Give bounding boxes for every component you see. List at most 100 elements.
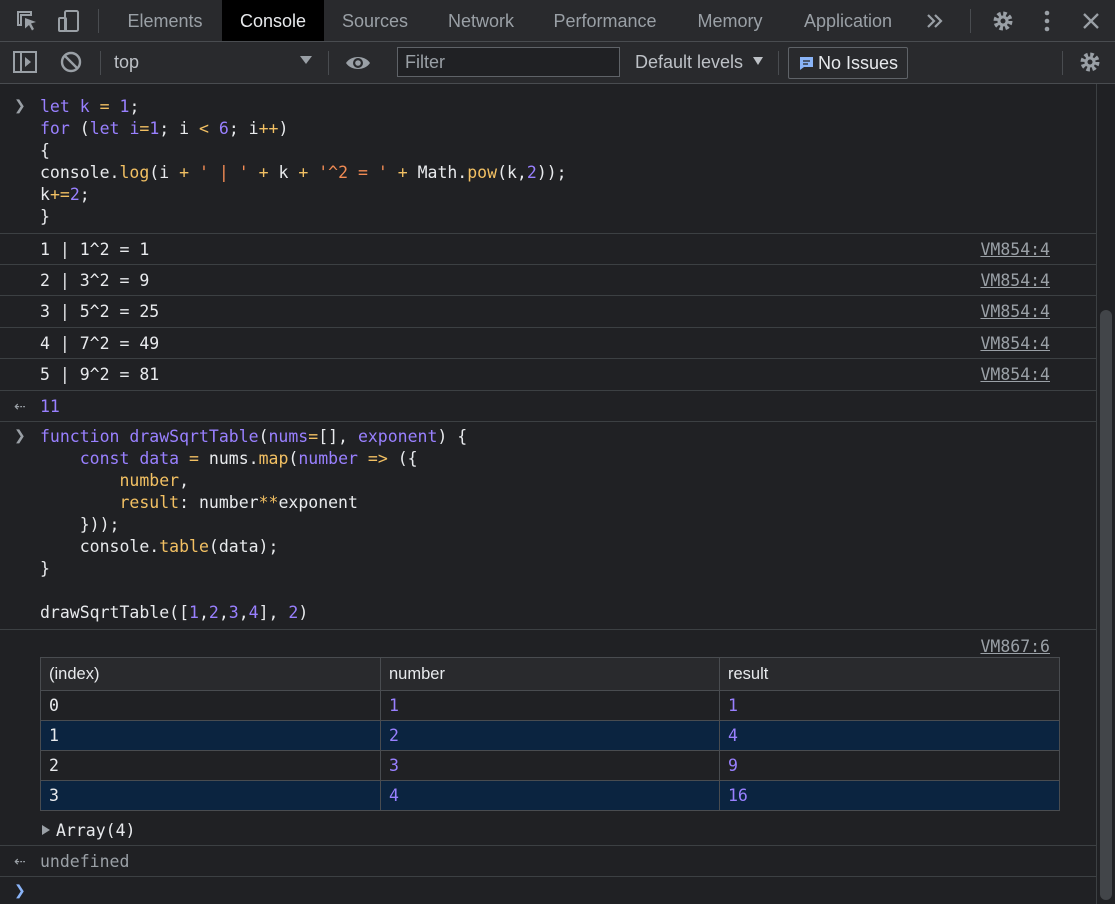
table-cell: 1: [719, 690, 1060, 721]
table-cell: 16: [719, 780, 1060, 811]
table-cell: 0: [40, 690, 381, 721]
console-table: (index) number result 0 1 1 1 2 4 2 3 9 …: [40, 657, 1060, 811]
log-row: 5 | 9^2 = 81 VM854:4: [0, 359, 1096, 391]
source-link[interactable]: VM867:6: [980, 637, 1050, 656]
result-row: ⇠ undefined: [0, 846, 1096, 877]
log-text: 2 | 3^2 = 9: [40, 271, 150, 290]
inspect-element-icon[interactable]: [14, 8, 40, 34]
tab-memory[interactable]: Memory: [683, 0, 777, 41]
table-cell: 3: [40, 780, 381, 811]
filter-input[interactable]: [397, 47, 620, 77]
table-cell: 1: [380, 690, 720, 721]
source-link[interactable]: VM854:4: [980, 302, 1050, 321]
column-header[interactable]: number: [380, 657, 720, 691]
more-options-icon[interactable]: [1034, 8, 1060, 34]
log-row: 3 | 5^2 = 25 VM854:4: [0, 296, 1096, 328]
message-icon: [799, 56, 814, 76]
tab-console[interactable]: Console: [222, 0, 324, 41]
code-line: result: number**exponent: [119, 493, 358, 512]
table-cell: 2: [380, 720, 720, 751]
tab-sources[interactable]: Sources: [330, 0, 420, 41]
expand-triangle-icon[interactable]: [42, 825, 50, 835]
code-line: }: [40, 559, 50, 578]
log-text: 3 | 5^2 = 25: [40, 302, 160, 321]
sidebar-toggle-icon[interactable]: [12, 49, 38, 75]
log-text: 4 | 7^2 = 49: [40, 334, 160, 353]
context-selector[interactable]: top: [114, 52, 139, 73]
tab-network[interactable]: Network: [432, 0, 530, 41]
clear-console-icon[interactable]: [58, 49, 84, 75]
code-line: let k = 1;: [40, 97, 140, 116]
scrollbar-thumb[interactable]: [1100, 310, 1112, 900]
code-line: }));: [40, 515, 120, 534]
array-label: Array(4): [56, 821, 136, 840]
context-dropdown-arrow-icon[interactable]: [300, 56, 312, 64]
issues-button[interactable]: No Issues: [788, 47, 908, 79]
tab-application[interactable]: Application: [791, 0, 905, 41]
table-cell: 4: [380, 780, 720, 811]
log-row: 4 | 7^2 = 49 VM854:4: [0, 328, 1096, 359]
tab-performance[interactable]: Performance: [540, 0, 670, 41]
input-chevron-icon: ❯: [14, 97, 26, 113]
console-toolbar: top Default levels No Issues: [0, 42, 1115, 84]
code-line: number,: [119, 471, 190, 490]
separator: [100, 51, 101, 75]
result-arrow-icon: ⇠: [14, 853, 26, 869]
code-line: drawSqrtTable([1,2,3,4], 2): [40, 603, 309, 622]
separator: [98, 9, 99, 33]
column-header[interactable]: result: [719, 657, 1060, 691]
code-block: function drawSqrtTable(nums=[], exponent…: [40, 426, 467, 624]
separator: [970, 9, 971, 33]
console-prompt[interactable]: ❯: [0, 877, 1096, 904]
result-value: undefined: [40, 852, 130, 871]
log-levels-dropdown[interactable]: Default levels: [635, 52, 743, 73]
table-cell: 1: [40, 720, 381, 751]
table-cell: 4: [719, 720, 1060, 751]
code-line: k+=2;: [40, 185, 90, 204]
separator: [778, 51, 779, 75]
column-header[interactable]: (index): [40, 657, 381, 691]
input-chevron-icon: ❯: [14, 427, 26, 443]
table-cell: 3: [380, 750, 720, 781]
log-text: 5 | 9^2 = 81: [40, 365, 160, 384]
console-settings-gear-icon[interactable]: [1077, 49, 1103, 75]
table-row: 0 1 1: [40, 690, 1060, 721]
separator: [328, 51, 329, 75]
code-line: const data = nums.map(number => ({: [79, 449, 418, 468]
code-line: }: [40, 207, 50, 226]
settings-gear-icon[interactable]: [990, 8, 1016, 34]
separator: [1062, 51, 1063, 75]
tab-elements[interactable]: Elements: [110, 0, 220, 41]
table-header-row: (index) number result: [40, 657, 1060, 691]
more-tabs-icon[interactable]: [922, 8, 948, 34]
result-value: 11: [40, 397, 60, 416]
result-arrow-icon: ⇠: [14, 398, 26, 414]
table-cell: 9: [719, 750, 1060, 781]
prompt-chevron-icon: ❯: [14, 882, 26, 898]
table-cell: 2: [40, 750, 381, 781]
console-input-message: ❯ function drawSqrtTable(nums=[], expone…: [0, 422, 1096, 630]
table-row: 1 2 4: [40, 720, 1060, 751]
code-block: let k = 1; for (let i=1; i < 6; i++) {cons…: [40, 96, 567, 228]
console-scrollbar[interactable]: [1096, 84, 1115, 904]
source-link[interactable]: VM854:4: [980, 271, 1050, 290]
source-link[interactable]: VM854:4: [980, 365, 1050, 384]
table-row: 3 4 16: [40, 780, 1060, 811]
devtools-tab-bar: Elements Console Sources Network Perform…: [0, 0, 1115, 42]
log-row: 2 | 3^2 = 9 VM854:4: [0, 265, 1096, 296]
live-expression-eye-icon[interactable]: [344, 50, 370, 76]
levels-dropdown-arrow-icon[interactable]: [753, 57, 763, 65]
code-line: console.table(data);: [40, 537, 279, 556]
device-toolbar-icon[interactable]: [56, 8, 82, 34]
log-text: 1 | 1^2 = 1: [40, 240, 150, 259]
code-line: {: [40, 141, 50, 160]
console-output: ❯ let k = 1; for (let i=1; i < 6; i++) {co…: [0, 84, 1096, 904]
source-link[interactable]: VM854:4: [980, 334, 1050, 353]
close-icon[interactable]: [1078, 8, 1104, 34]
result-row: ⇠ 11: [0, 391, 1096, 422]
issues-label: No Issues: [818, 53, 899, 73]
table-row: 2 3 9: [40, 750, 1060, 781]
console-input-message: ❯ let k = 1; for (let i=1; i < 6; i++) {co…: [0, 92, 1096, 234]
source-link[interactable]: VM854:4: [980, 240, 1050, 259]
